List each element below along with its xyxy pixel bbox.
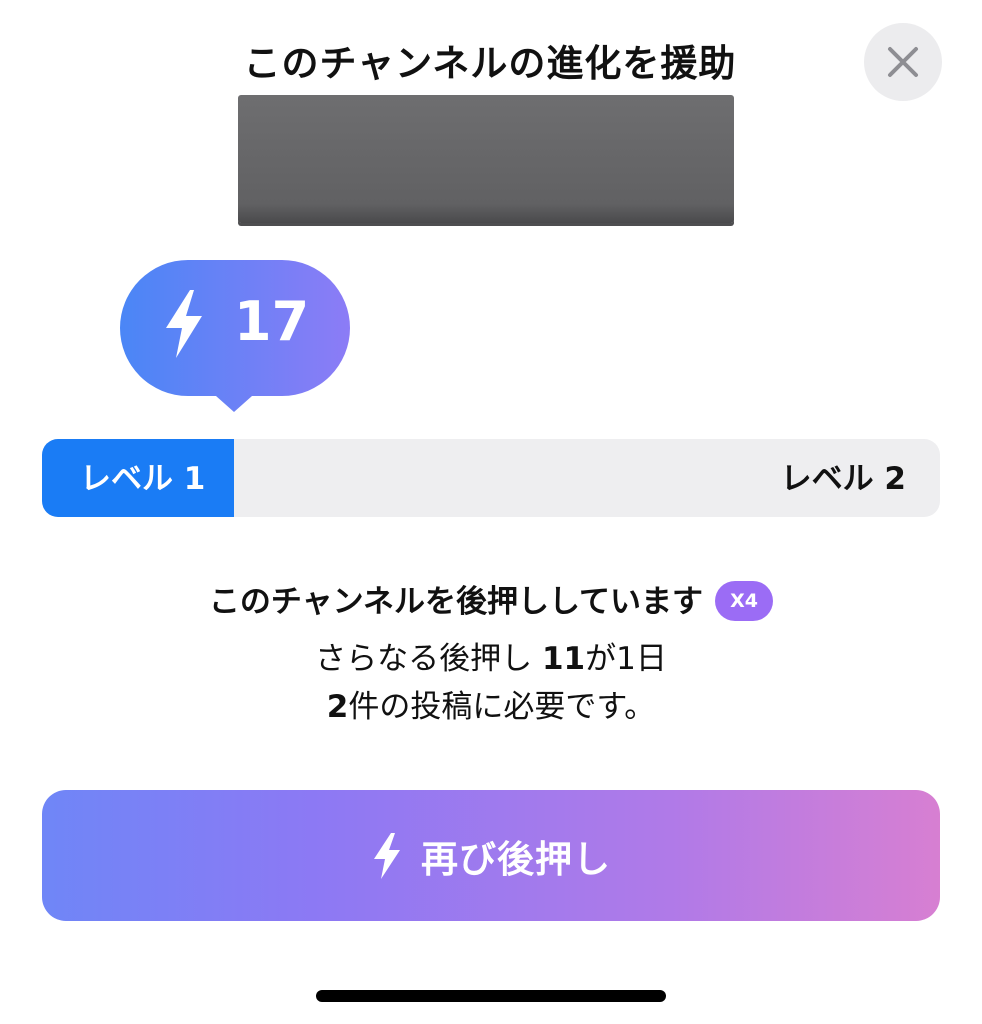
- next-level-label: レベル 2: [780, 461, 906, 497]
- redacted-channel-name: [238, 95, 734, 223]
- requirement-post-count: 2: [326, 689, 349, 725]
- boosting-status-text: このチャンネルを後押ししています: [208, 584, 704, 620]
- home-indicator[interactable]: [316, 990, 666, 1002]
- requirement-line-1: さらなる後押し 11が1日: [0, 636, 982, 682]
- requirement-line-2: 2件の投稿に必要です。: [0, 684, 982, 730]
- close-button[interactable]: [864, 23, 942, 101]
- bolt-icon: [371, 832, 403, 880]
- boost-again-button[interactable]: 再び後押し: [42, 790, 940, 921]
- bolt-icon: [166, 290, 202, 358]
- boost-multiplier-badge: X4: [715, 580, 774, 621]
- sheet-title: このチャンネルの進化を援助: [243, 42, 737, 85]
- requirement-boost-count: 11: [541, 641, 586, 677]
- requirement-suffix: が1日: [585, 641, 667, 677]
- boost-again-label: 再び後押し: [421, 837, 611, 881]
- requirement-prefix: さらなる後押し: [315, 641, 542, 677]
- boost-sheet: このチャンネルの進化を援助 17 レベル 1 レベル 2 このチャンネルを後押し…: [0, 0, 982, 1024]
- requirement-post-suffix: 件の投稿に必要です。: [348, 689, 656, 725]
- boosting-status: このチャンネルを後押ししています X4: [0, 578, 982, 626]
- close-icon: [888, 47, 918, 77]
- boost-count: 17: [234, 290, 310, 353]
- current-level-label: レベル 1: [80, 461, 206, 497]
